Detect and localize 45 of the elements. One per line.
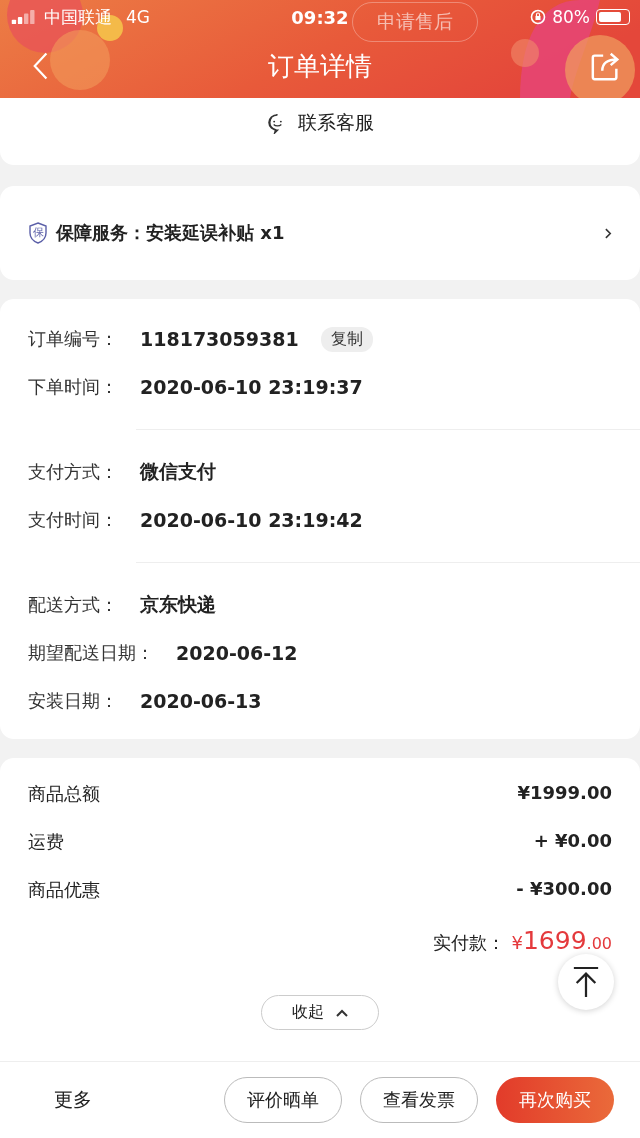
price-label: 商品优惠 bbox=[28, 878, 100, 902]
rotation-lock-icon bbox=[530, 9, 547, 25]
info-label: 支付时间： bbox=[28, 508, 118, 532]
paid-label: 实付款： bbox=[433, 931, 506, 955]
price-label: 商品总额 bbox=[28, 782, 100, 806]
battery-icon bbox=[596, 9, 630, 25]
signal-icon bbox=[10, 10, 38, 24]
back-button[interactable] bbox=[32, 51, 50, 81]
info-value: 2020-06-10 23:19:37 bbox=[140, 376, 363, 398]
info-label: 期望配送日期： bbox=[28, 641, 154, 665]
info-label: 支付方式： bbox=[28, 460, 118, 484]
info-label: 下单时间： bbox=[28, 375, 118, 399]
info-value: 2020-06-12 bbox=[176, 642, 298, 664]
contact-service-button[interactable]: 联系客服 bbox=[266, 110, 374, 136]
action-button[interactable]: 再次购买 bbox=[496, 1077, 614, 1123]
info-value: 微信支付 bbox=[140, 459, 216, 484]
more-button[interactable]: 更多 bbox=[54, 1087, 92, 1113]
clock-time: 09:32 bbox=[291, 6, 349, 28]
arrow-up-icon bbox=[572, 966, 600, 998]
guarantee-row[interactable]: 保 保障服务：安装延误补贴 x1 bbox=[0, 186, 640, 280]
carrier-name: 中国联通 bbox=[44, 5, 112, 29]
network-type: 4G bbox=[126, 7, 150, 27]
price-value: + ¥0.00 bbox=[533, 830, 612, 851]
collapse-button[interactable]: 收起 bbox=[261, 995, 379, 1030]
info-value: 京东快递 bbox=[140, 592, 216, 617]
info-label: 安装日期： bbox=[28, 689, 118, 713]
price-value: ¥1999.00 bbox=[517, 782, 612, 803]
share-button[interactable] bbox=[590, 50, 622, 82]
info-value: 2020-06-10 23:19:42 bbox=[140, 509, 363, 531]
copy-button[interactable]: 复制 bbox=[320, 326, 373, 352]
caret-up-icon bbox=[336, 1008, 348, 1017]
info-label: 配送方式： bbox=[28, 593, 118, 617]
back-to-top-button[interactable] bbox=[558, 954, 614, 1010]
price-value: - ¥300.00 bbox=[516, 878, 612, 899]
info-value: 118173059381 bbox=[140, 328, 299, 350]
paid-amount: ¥1699.00 bbox=[511, 926, 612, 955]
guarantee-text: 保障服务：安装延误补贴 x1 bbox=[56, 221, 286, 245]
action-button[interactable]: 查看发票 bbox=[360, 1077, 478, 1123]
battery-percent: 80% bbox=[552, 7, 590, 27]
action-button[interactable]: 评价晒单 bbox=[224, 1077, 342, 1123]
shield-icon: 保 bbox=[28, 222, 48, 244]
price-label: 运费 bbox=[28, 830, 64, 854]
info-value: 2020-06-13 bbox=[140, 690, 262, 712]
page-title: 订单详情 bbox=[268, 49, 372, 83]
info-label: 订单编号： bbox=[28, 327, 118, 351]
